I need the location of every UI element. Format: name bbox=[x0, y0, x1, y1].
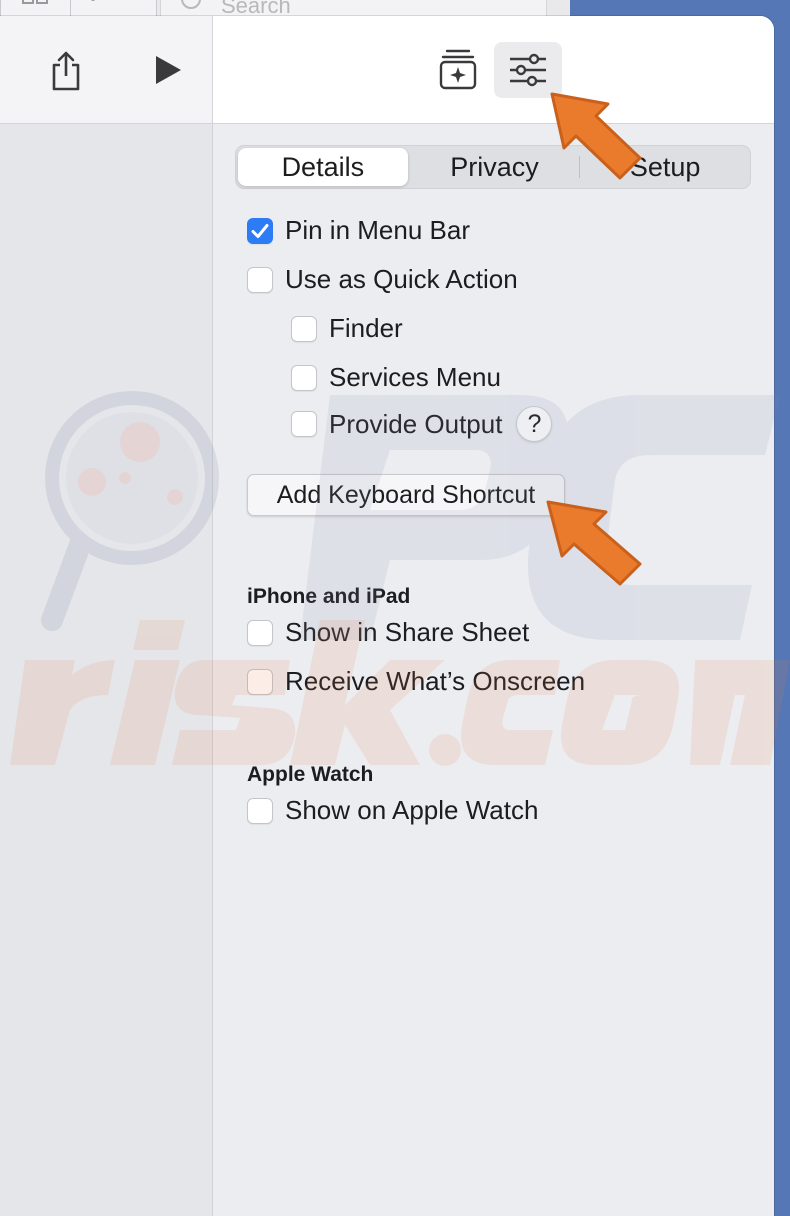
pin-in-menu-bar-checkbox[interactable] bbox=[247, 217, 273, 244]
checkmark-icon bbox=[251, 223, 269, 238]
show-on-apple-watch-option[interactable]: Show on Apple Watch bbox=[247, 795, 538, 826]
use-as-quick-action-option[interactable]: Use as Quick Action bbox=[247, 264, 518, 295]
sliders-icon bbox=[510, 53, 546, 87]
share-icon bbox=[52, 51, 80, 91]
details-toggle-button[interactable] bbox=[494, 42, 562, 98]
provide-output-checkbox[interactable] bbox=[291, 411, 317, 437]
provide-output-option[interactable]: Provide Output ? bbox=[291, 406, 553, 442]
show-in-share-sheet-checkbox[interactable] bbox=[247, 619, 273, 646]
inspector-tabs: Details Privacy Setup bbox=[235, 145, 751, 189]
use-as-quick-action-checkbox[interactable] bbox=[247, 266, 273, 293]
services-menu-option[interactable]: Services Menu bbox=[291, 362, 501, 393]
tab-label: Setup bbox=[629, 151, 701, 182]
apple-watch-section-header: Apple Watch bbox=[247, 763, 374, 786]
tab-privacy[interactable]: Privacy bbox=[410, 146, 580, 188]
tab-details[interactable]: Details bbox=[238, 148, 408, 186]
play-icon bbox=[156, 56, 181, 84]
option-label: Show in Share Sheet bbox=[285, 617, 530, 647]
question-mark-icon: ? bbox=[527, 409, 542, 438]
action-library-icon bbox=[439, 49, 477, 90]
details-inspector: Details Privacy Setup Pin in Menu Bar Us… bbox=[213, 16, 774, 1216]
option-label: Provide Output bbox=[329, 408, 503, 439]
finder-option[interactable]: Finder bbox=[291, 313, 403, 344]
receive-whats-onscreen-checkbox[interactable] bbox=[247, 668, 273, 695]
option-label: Receive What’s Onscreen bbox=[285, 666, 586, 696]
option-label: Finder bbox=[329, 313, 403, 343]
option-label: Show on Apple Watch bbox=[285, 795, 539, 825]
finder-checkbox[interactable] bbox=[291, 315, 317, 342]
share-button[interactable] bbox=[40, 46, 92, 96]
editor-left-pane bbox=[0, 16, 213, 1216]
pin-in-menu-bar-option[interactable]: Pin in Menu Bar bbox=[247, 215, 470, 246]
show-on-apple-watch-checkbox[interactable] bbox=[247, 797, 273, 824]
inspector-toolbar bbox=[213, 16, 774, 124]
option-label: Services Menu bbox=[329, 362, 501, 392]
services-menu-checkbox[interactable] bbox=[291, 364, 317, 391]
tab-setup[interactable]: Setup bbox=[580, 146, 750, 188]
button-label: Add Keyboard Shortcut bbox=[276, 480, 536, 509]
show-in-share-sheet-option[interactable]: Show in Share Sheet bbox=[247, 617, 529, 648]
option-label: Pin in Menu Bar bbox=[285, 215, 470, 245]
run-button[interactable] bbox=[146, 50, 190, 90]
tab-label: Details bbox=[281, 151, 365, 182]
action-library-button[interactable] bbox=[433, 44, 483, 94]
tab-label: Privacy bbox=[450, 151, 539, 182]
receive-whats-onscreen-option[interactable]: Receive What’s Onscreen bbox=[247, 666, 585, 697]
add-keyboard-shortcut-button[interactable]: Add Keyboard Shortcut bbox=[247, 474, 565, 516]
left-toolbar bbox=[0, 16, 212, 124]
shortcuts-editor-window: Details Privacy Setup Pin in Menu Bar Us… bbox=[0, 16, 774, 1216]
iphone-ipad-section-header: iPhone and iPad bbox=[247, 585, 411, 608]
help-button[interactable]: ? bbox=[516, 406, 553, 442]
option-label: Use as Quick Action bbox=[285, 264, 518, 294]
